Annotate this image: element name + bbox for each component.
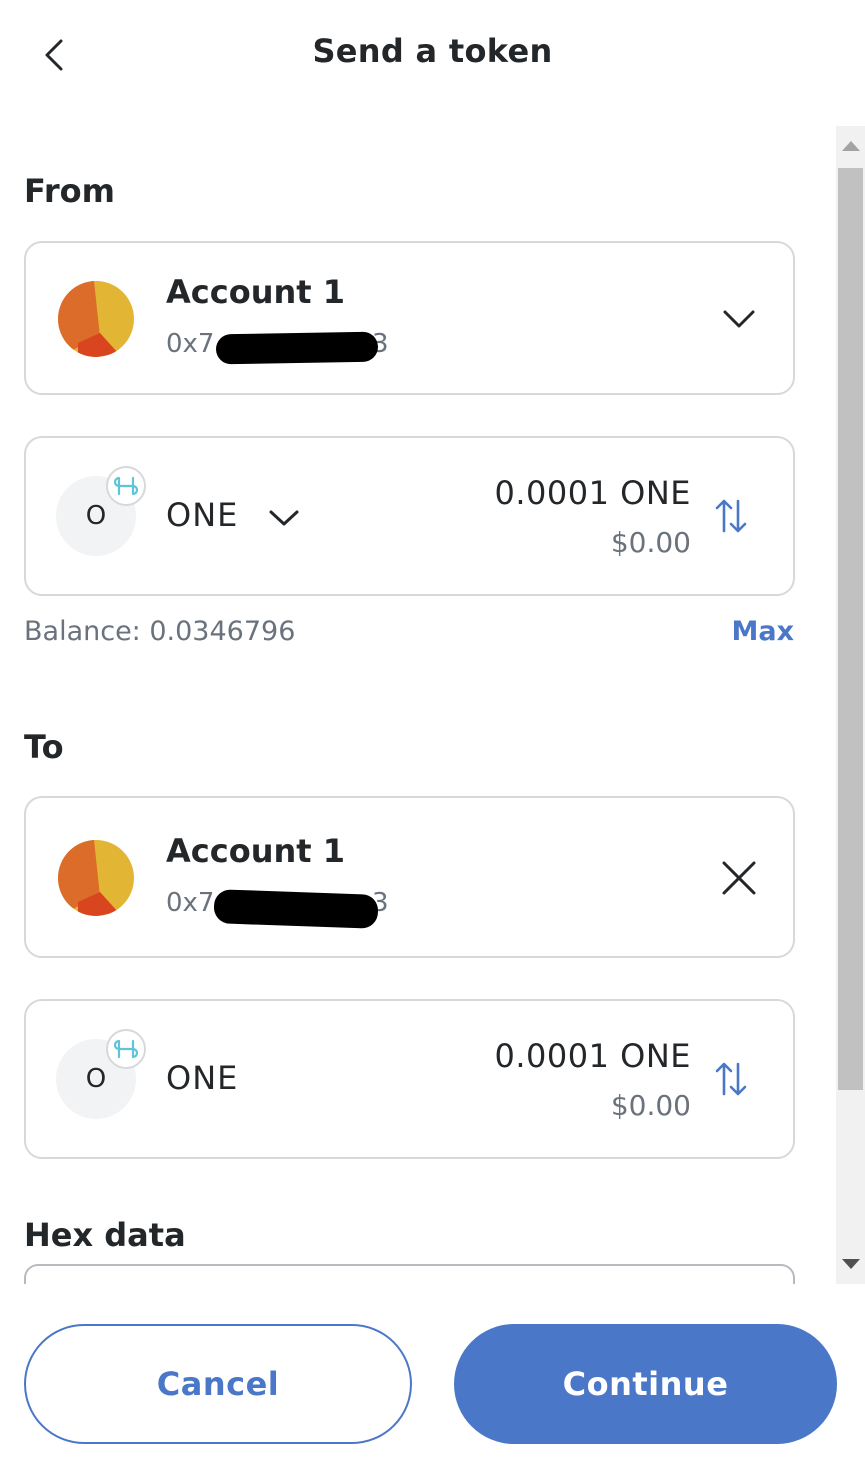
hex-data-input[interactable]	[24, 1264, 795, 1284]
page-title: Send a token	[312, 32, 553, 70]
continue-button[interactable]: Continue	[454, 1324, 837, 1444]
header: Send a token	[0, 0, 865, 110]
swap-currency-button[interactable]	[711, 496, 751, 536]
swap-arrows-icon	[715, 499, 747, 533]
to-account-card[interactable]: Account 1 0x7 3	[24, 796, 795, 958]
redaction-mark	[213, 889, 379, 929]
scroll-down-button[interactable]	[836, 1244, 865, 1284]
to-fiat-value: $0.00	[610, 1089, 691, 1122]
cancel-button[interactable]: Cancel	[24, 1324, 412, 1444]
from-account-name: Account 1	[166, 273, 345, 311]
footer: Cancel Continue	[0, 1284, 865, 1475]
redaction-mark	[215, 331, 379, 365]
account-dropdown-button[interactable]	[719, 299, 759, 339]
scrollbar[interactable]	[836, 126, 865, 1284]
from-token-symbol: ONE	[166, 496, 239, 534]
swap-arrows-icon	[715, 1062, 747, 1096]
hex-data-label: Hex data	[24, 1216, 186, 1254]
scrollbar-thumb[interactable]	[838, 168, 863, 1090]
to-account-name: Account 1	[166, 832, 345, 870]
clear-recipient-button[interactable]	[719, 858, 759, 898]
harmony-network-icon	[106, 1029, 146, 1069]
balance-text: Balance: 0.0346796	[24, 616, 296, 647]
from-amount-input[interactable]: 0.0001 ONE	[495, 474, 691, 512]
scroll-up-button[interactable]	[836, 126, 865, 166]
chevron-down-icon	[723, 310, 755, 328]
to-label: To	[24, 728, 64, 766]
avatar	[58, 281, 134, 357]
triangle-up-icon	[841, 141, 860, 151]
to-asset-card: O ONE 0.0001 ONE $0.00	[24, 999, 795, 1159]
harmony-network-icon	[106, 466, 146, 506]
chevron-down-icon	[269, 510, 299, 526]
swap-currency-button[interactable]	[711, 1059, 751, 1099]
avatar	[58, 840, 134, 916]
to-account-address: 0x7	[166, 888, 215, 918]
max-button[interactable]: Max	[731, 616, 794, 647]
from-account-picker[interactable]: Account 1 0x7 3	[24, 241, 795, 395]
triangle-down-icon	[841, 1259, 860, 1269]
from-label: From	[24, 172, 115, 210]
send-form: From Account 1 0x7 3 O ONE 0.0001 ONE $0…	[0, 126, 836, 1284]
token-dropdown-button[interactable]	[264, 500, 304, 536]
from-asset-card[interactable]: O ONE 0.0001 ONE $0.00	[24, 436, 795, 596]
to-token-symbol: ONE	[166, 1059, 239, 1097]
from-fiat-value: $0.00	[610, 526, 691, 559]
to-amount-value: 0.0001 ONE	[494, 1037, 691, 1075]
from-account-address: 0x7	[166, 329, 215, 359]
close-icon	[722, 861, 756, 895]
